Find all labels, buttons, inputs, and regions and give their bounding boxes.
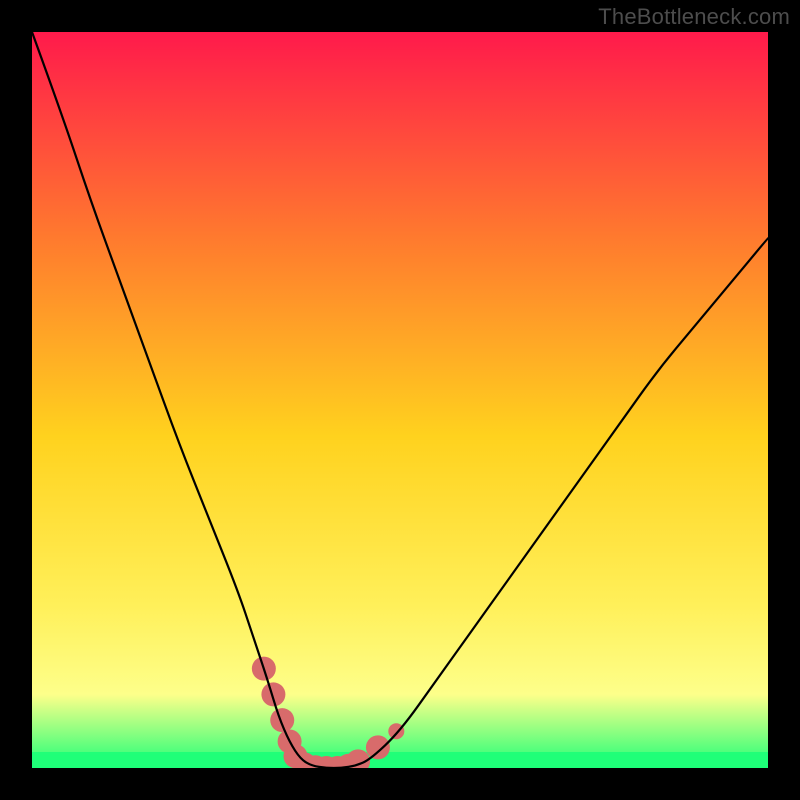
curve-marker-dot [366,735,390,759]
gradient-background [32,32,768,768]
plot-area [32,32,768,768]
watermark-text: TheBottleneck.com [598,4,790,30]
curve-marker-dot [270,708,294,732]
chart-frame: TheBottleneck.com [0,0,800,800]
green-baseline-band [32,752,768,768]
bottleneck-chart [32,32,768,768]
